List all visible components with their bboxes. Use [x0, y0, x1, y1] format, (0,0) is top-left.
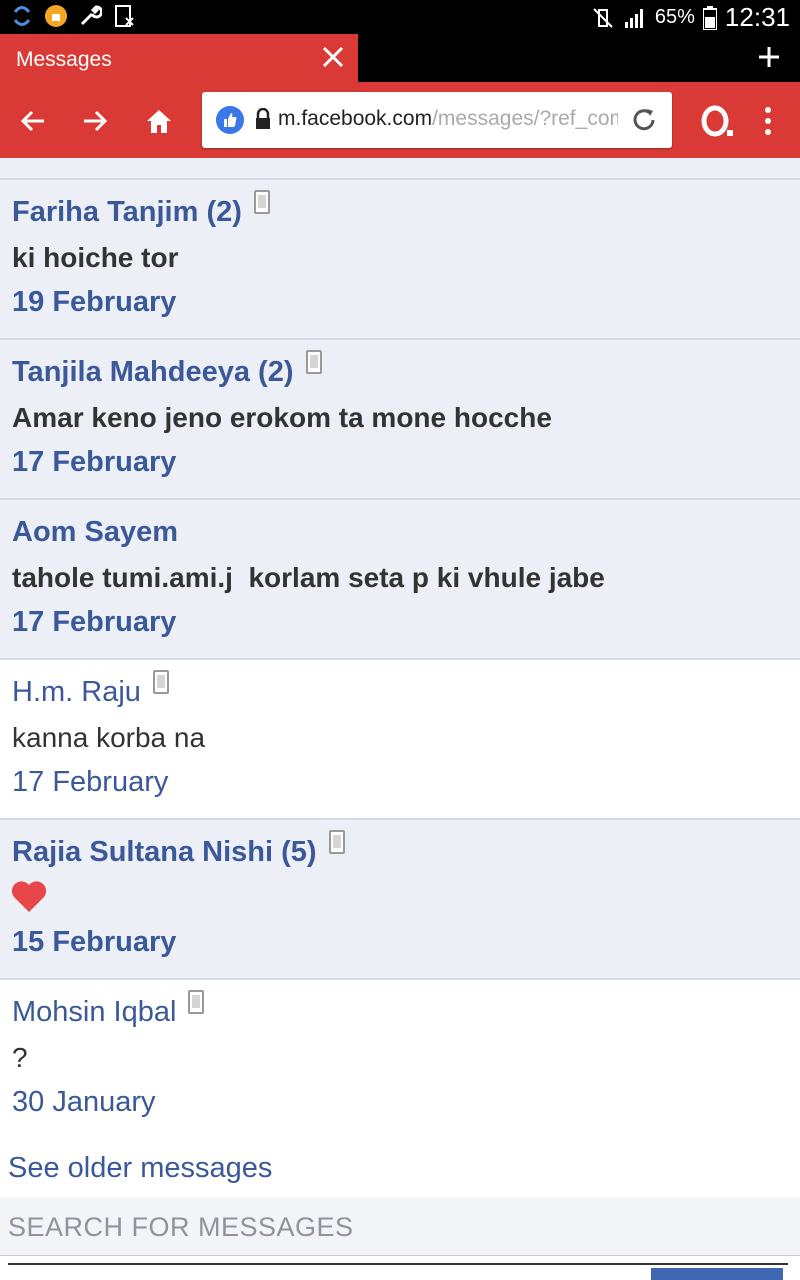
tab-strip: Messages: [0, 34, 800, 82]
back-arrow-icon[interactable]: [18, 106, 48, 136]
sim-icon: [115, 5, 134, 27]
message-snippet: ?: [12, 1042, 28, 1073]
message-list: Fariha Tanjim (2) ki hoiche tor 19 Febru…: [0, 158, 800, 1140]
search-placeholder: SEARCH FOR MESSAGES: [8, 1212, 354, 1242]
battery-icon: [702, 5, 717, 30]
message-snippet: ki hoiche tor: [12, 242, 179, 273]
more-menu-icon[interactable]: [760, 104, 776, 138]
list-item[interactable]: Rajia Sultana Nishi (5) 15 February: [0, 820, 800, 980]
message-date: 19 February: [12, 286, 177, 318]
thumbs-up-icon: [216, 106, 244, 134]
see-older-link-row: See older messages: [0, 1138, 800, 1198]
search-button[interactable]: [651, 1268, 783, 1280]
mobile-phone-icon: [188, 990, 205, 1014]
url-text: m.facebook.com/messages/?ref_com: [278, 107, 618, 131]
new-tab-icon[interactable]: [756, 44, 782, 70]
divider: [8, 1263, 788, 1265]
browser-toolbar: m.facebook.com/messages/?ref_com: [0, 82, 800, 158]
clock: 12:31: [724, 2, 790, 32]
reload-icon[interactable]: [630, 106, 658, 134]
vibrate-mute-icon: [593, 7, 613, 28]
mobile-phone-icon: [328, 830, 345, 854]
list-item[interactable]: H.m. Raju kanna korba na 17 February: [0, 660, 800, 820]
lock-badge-icon: [45, 5, 67, 27]
address-bar[interactable]: m.facebook.com/messages/?ref_com: [202, 92, 672, 148]
opera-logo-icon[interactable]: [700, 104, 734, 138]
mobile-phone-icon: [152, 670, 169, 694]
sender-name: Fariha Tanjim (2): [12, 196, 242, 228]
sender-name: Rajia Sultana Nishi (5): [12, 836, 317, 868]
list-item[interactable]: Tanjila Mahdeeya (2) Amar keno jeno erok…: [0, 340, 800, 500]
wrench-icon: [80, 5, 102, 26]
bottom-area: [0, 1256, 800, 1280]
message-snippet: tahole tumi.ami.j korlam seta p ki vhule…: [12, 562, 605, 593]
heart-icon: [11, 881, 47, 912]
see-older-messages-link[interactable]: See older messages: [8, 1152, 272, 1185]
close-icon[interactable]: [320, 44, 346, 70]
message-date: 15 February: [12, 926, 177, 958]
sync-icon: [13, 6, 31, 26]
tab-messages[interactable]: Messages: [0, 34, 358, 82]
tab-title: Messages: [16, 48, 112, 71]
status-bar: 65% 12:31: [0, 0, 800, 34]
list-item[interactable]: Mohsin Iqbal ? 30 January: [0, 980, 800, 1140]
mobile-phone-icon: [253, 190, 270, 214]
sender-name: Aom Sayem: [12, 516, 179, 548]
list-item[interactable]: Fariha Tanjim (2) ki hoiche tor 19 Febru…: [0, 180, 800, 340]
url-host: m.facebook.com: [278, 107, 433, 130]
list-item[interactable]: Aom Sayem tahole tumi.ami.j korlam seta …: [0, 500, 800, 660]
search-messages-field[interactable]: SEARCH FOR MESSAGES: [0, 1198, 800, 1256]
message-snippet: Amar keno jeno erokom ta mone hocche: [12, 402, 552, 433]
sender-name: Mohsin Iqbal: [12, 996, 177, 1028]
battery-percent: 65%: [654, 6, 695, 28]
forward-arrow-icon[interactable]: [80, 106, 110, 136]
home-icon[interactable]: [144, 106, 174, 136]
message-date: 17 February: [12, 446, 177, 478]
url-path: /messages/?ref_com: [432, 107, 618, 130]
message-date: 17 February: [12, 606, 177, 638]
mobile-phone-icon: [305, 350, 322, 374]
message-date: 17 February: [12, 766, 169, 798]
lock-icon: [256, 108, 270, 129]
list-item-partial: [0, 158, 800, 180]
message-date: 30 January: [12, 1086, 156, 1118]
sender-name: H.m. Raju: [12, 676, 141, 708]
sender-name: Tanjila Mahdeeya (2): [12, 356, 294, 388]
signal-icon: [624, 8, 643, 28]
message-snippet: kanna korba na: [12, 722, 206, 753]
